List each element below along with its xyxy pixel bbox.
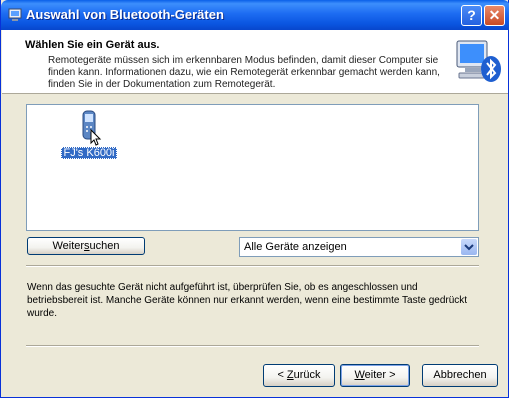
window-title: Auswahl von Bluetooth-Geräten xyxy=(26,7,224,22)
help-button[interactable]: ? xyxy=(461,5,482,26)
back-label-pre: < xyxy=(277,369,287,381)
next-button[interactable]: Weiter > xyxy=(340,364,410,387)
next-label-accel: W xyxy=(354,369,365,381)
title-bar[interactable]: Auswahl von Bluetooth-Geräten ? ✕ xyxy=(1,0,509,30)
header-description: Remotegeräte müssen sich im erkennbaren … xyxy=(48,55,440,90)
search-again-label-pre: Weiter xyxy=(52,240,85,252)
device-list[interactable]: FJ's K600i xyxy=(26,104,479,231)
cancel-button[interactable]: Abbrechen xyxy=(422,364,498,387)
back-label-accel: Z xyxy=(286,369,294,381)
search-again-button[interactable]: Weitersuchen xyxy=(27,237,145,255)
device-filter-value: Alle Geräte anzeigen xyxy=(244,241,347,253)
bluetooth-window-icon xyxy=(8,8,22,21)
bluetooth-device-dialog: Auswahl von Bluetooth-Geräten ? ✕ Wählen… xyxy=(0,0,509,398)
divider-top xyxy=(26,265,479,267)
back-label-post: urück xyxy=(293,369,321,381)
back-button[interactable]: < Zurück xyxy=(263,364,335,387)
info-text: Wenn das gesuchte Gerät nicht aufgeführt… xyxy=(27,282,468,319)
bluetooth-computer-icon xyxy=(456,40,501,82)
header-title: Wählen Sie ein Gerät aus. xyxy=(25,39,160,51)
search-again-label-post: uchen xyxy=(89,240,120,252)
header-panel: Wählen Sie ein Gerät aus. Remotegeräte m… xyxy=(2,30,508,94)
chevron-down-icon[interactable] xyxy=(461,239,477,255)
phone-icon xyxy=(82,110,102,146)
device-item[interactable]: FJ's K600i xyxy=(59,108,119,159)
device-filter-select[interactable]: Alle Geräte anzeigen xyxy=(239,237,479,257)
close-button[interactable]: ✕ xyxy=(484,5,505,26)
next-label-post: eiter > xyxy=(364,369,396,381)
device-name: FJ's K600i xyxy=(61,147,117,159)
divider-bottom xyxy=(26,345,479,347)
